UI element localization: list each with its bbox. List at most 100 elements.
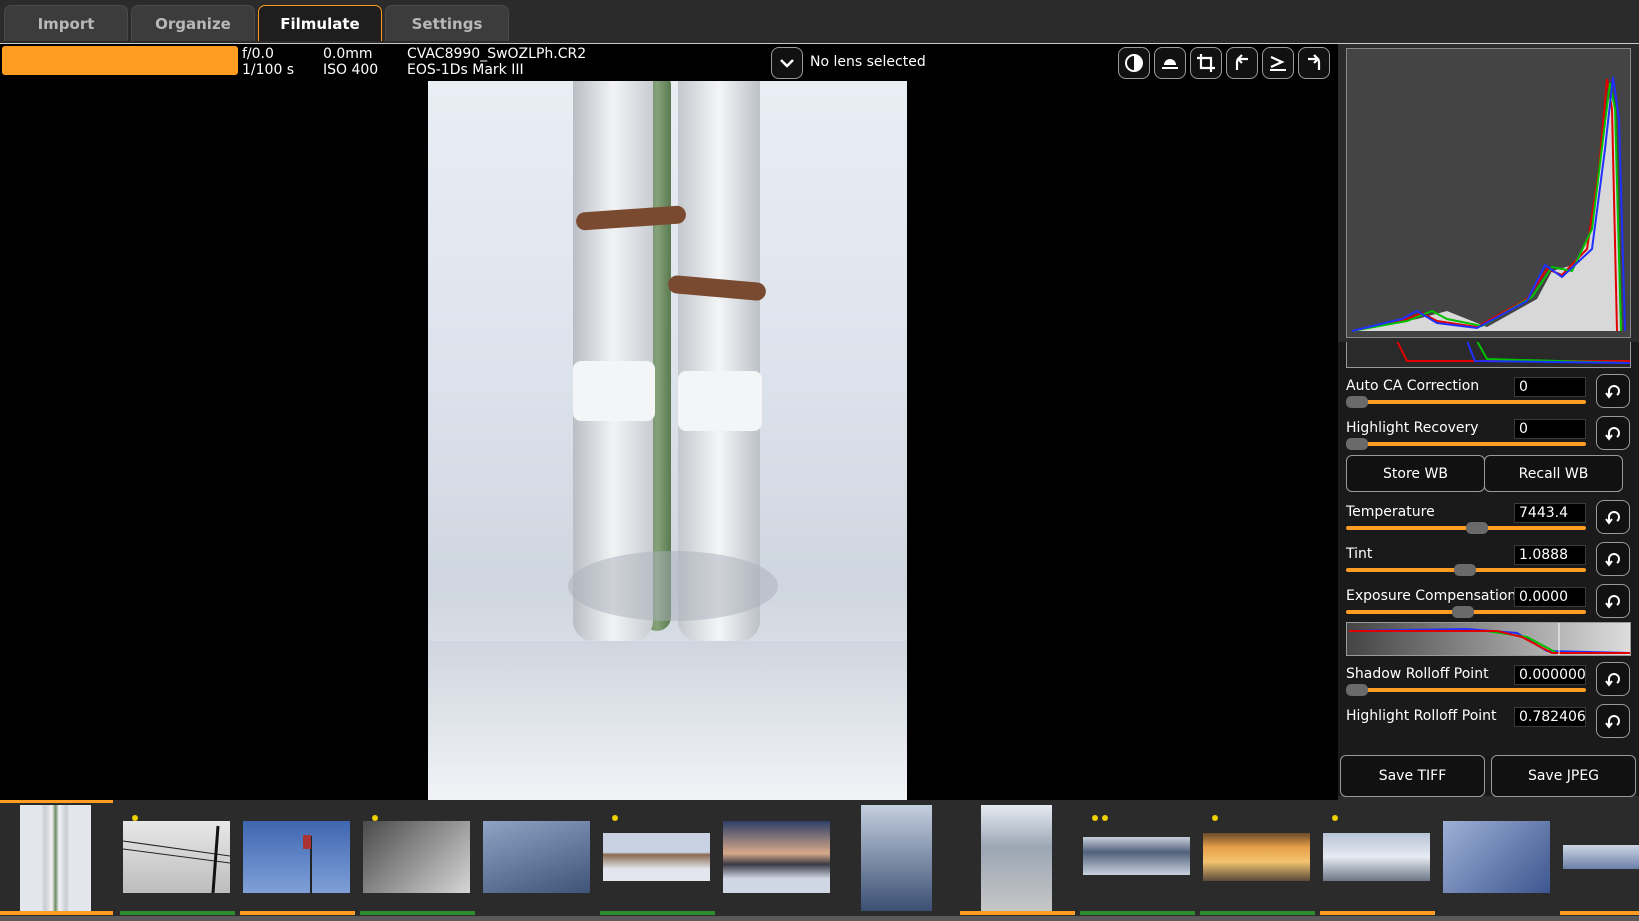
- rating-dot: [1212, 815, 1218, 821]
- shutter-value: 1/100 s: [242, 62, 295, 78]
- thumb-car-snow[interactable]: [363, 821, 470, 893]
- save-tiff-button[interactable]: Save TIFF: [1340, 755, 1485, 797]
- thumb-pipes-snow[interactable]: [20, 805, 91, 911]
- progress-bar: [2, 46, 238, 75]
- highlight-rolloff-reset-button[interactable]: [1596, 704, 1630, 738]
- post-filmulation-histogram: [1346, 622, 1631, 656]
- thumb-power-lines[interactable]: [123, 821, 230, 893]
- exposure-slider[interactable]: [1346, 606, 1586, 618]
- thumb-partial[interactable]: [1563, 845, 1639, 869]
- exposure-value[interactable]: 0.0000: [1514, 587, 1586, 607]
- raw-histogram: [1346, 342, 1631, 368]
- leveling-icon: [1162, 59, 1178, 69]
- thumb-ice-closeup[interactable]: [1443, 821, 1550, 893]
- thumb-icy-puddle[interactable]: [861, 805, 932, 911]
- auto-ca-reset-button[interactable]: [1596, 374, 1630, 408]
- auto-ca-slider[interactable]: [1346, 396, 1586, 408]
- label-bar: [1200, 911, 1315, 915]
- label-bar: [1080, 911, 1195, 915]
- iso-value: ISO 400: [323, 62, 379, 78]
- shadow-rolloff-reset-button[interactable]: [1596, 662, 1630, 696]
- reset-icon: [1605, 385, 1620, 399]
- rating-dot: [1092, 815, 1098, 821]
- reset-icon: [1605, 553, 1620, 567]
- lens-dropdown-button[interactable]: [771, 47, 803, 79]
- rotate-right-button[interactable]: [1298, 47, 1330, 79]
- label-bar: [1320, 911, 1435, 915]
- save-jpeg-button[interactable]: Save JPEG: [1491, 755, 1636, 797]
- thumb-asphalt-snow[interactable]: [981, 805, 1052, 911]
- controls-scroll-area[interactable]: Auto CA Correction 0 Highlight Recovery …: [1338, 342, 1639, 796]
- temperature-slider[interactable]: [1346, 522, 1586, 534]
- label-bar: [360, 911, 475, 915]
- highlight-recovery-label: Highlight Recovery: [1346, 420, 1479, 436]
- slider-handle[interactable]: [1346, 684, 1368, 696]
- filename: CVAC8990_SwOZLPh.CR2: [407, 46, 587, 62]
- contrast-icon: [1125, 54, 1143, 72]
- thumb-houses-dusk[interactable]: [723, 821, 830, 893]
- thumb-parking-lot[interactable]: [1323, 833, 1430, 881]
- highlight-rolloff-label: Highlight Rolloff Point: [1346, 708, 1497, 724]
- settings-panel: Auto CA Correction 0 Highlight Recovery …: [1338, 44, 1639, 800]
- tint-reset-button[interactable]: [1596, 542, 1630, 576]
- thumb-frozen-pond[interactable]: [1083, 837, 1190, 875]
- slider-handle[interactable]: [1346, 396, 1368, 408]
- tab-filmulate[interactable]: Filmulate: [258, 5, 382, 41]
- slider-handle[interactable]: [1454, 564, 1476, 576]
- filmulation-toggle-button[interactable]: [1118, 47, 1150, 79]
- filmstrip[interactable]: [0, 800, 1639, 921]
- auto-ca-value[interactable]: 0: [1514, 377, 1586, 397]
- exposure-label: Exposure Compensation: [1346, 588, 1517, 604]
- histogram: [1346, 48, 1631, 338]
- thumb-houses-snow[interactable]: [603, 833, 710, 881]
- temperature-reset-button[interactable]: [1596, 500, 1630, 534]
- reset-icon: [1605, 511, 1620, 525]
- label-bar: [0, 911, 113, 915]
- crop-button[interactable]: [1190, 47, 1222, 79]
- main-photo: [428, 81, 907, 800]
- reset-icon: [1605, 595, 1620, 609]
- thumb-flag-sky[interactable]: [243, 821, 350, 893]
- thumb-snow-road[interactable]: [483, 821, 590, 893]
- tint-value[interactable]: 1.0888: [1514, 545, 1586, 565]
- reset-icon: [1605, 427, 1620, 441]
- rating-dot: [612, 815, 618, 821]
- aperture-value: f/0.0: [242, 46, 274, 62]
- focal-length-value: 0.0mm: [323, 46, 373, 62]
- shadow-rolloff-label: Shadow Rolloff Point: [1346, 666, 1489, 682]
- tab-import[interactable]: Import: [4, 5, 128, 41]
- chevron-down-icon: [780, 59, 794, 68]
- reset-icon: [1605, 673, 1620, 687]
- slider-handle[interactable]: [1452, 606, 1474, 618]
- exposure-reset-button[interactable]: [1596, 584, 1630, 618]
- highlight-recovery-value[interactable]: 0: [1514, 419, 1586, 439]
- highlight-rolloff-value[interactable]: 0.782406: [1514, 707, 1586, 727]
- slider-handle[interactable]: [1466, 522, 1488, 534]
- tint-label: Tint: [1346, 546, 1373, 562]
- rating-dot: [1332, 815, 1338, 821]
- label-bar: [600, 911, 715, 915]
- rotate-right-icon: [1308, 54, 1321, 70]
- leveling-button[interactable]: [1154, 47, 1186, 79]
- shadow-rolloff-value[interactable]: 0.000000: [1514, 665, 1586, 685]
- thumb-school-bus[interactable]: [1203, 833, 1310, 881]
- temperature-value[interactable]: 7443.4: [1514, 503, 1586, 523]
- flip-button[interactable]: [1262, 47, 1294, 79]
- store-wb-button[interactable]: Store WB: [1346, 455, 1485, 492]
- rating-dot: [1102, 815, 1108, 821]
- auto-ca-label: Auto CA Correction: [1346, 378, 1480, 394]
- image-viewer[interactable]: f/0.0 1/100 s 0.0mm ISO 400 CVAC8990_SwO…: [0, 44, 1338, 800]
- tint-slider[interactable]: [1346, 564, 1586, 576]
- temperature-label: Temperature: [1346, 504, 1435, 520]
- recall-wb-button[interactable]: Recall WB: [1484, 455, 1623, 492]
- slider-handle[interactable]: [1346, 438, 1368, 450]
- highlight-recovery-reset-button[interactable]: [1596, 416, 1630, 450]
- shadow-rolloff-slider[interactable]: [1346, 684, 1586, 696]
- rotate-left-button[interactable]: [1226, 47, 1258, 79]
- highlight-recovery-slider[interactable]: [1346, 438, 1586, 450]
- tab-organize[interactable]: Organize: [131, 5, 255, 41]
- reset-icon: [1605, 715, 1620, 729]
- tab-settings[interactable]: Settings: [385, 5, 509, 41]
- flip-icon: [1270, 55, 1286, 71]
- filmstrip-scrollbar[interactable]: [0, 916, 1639, 921]
